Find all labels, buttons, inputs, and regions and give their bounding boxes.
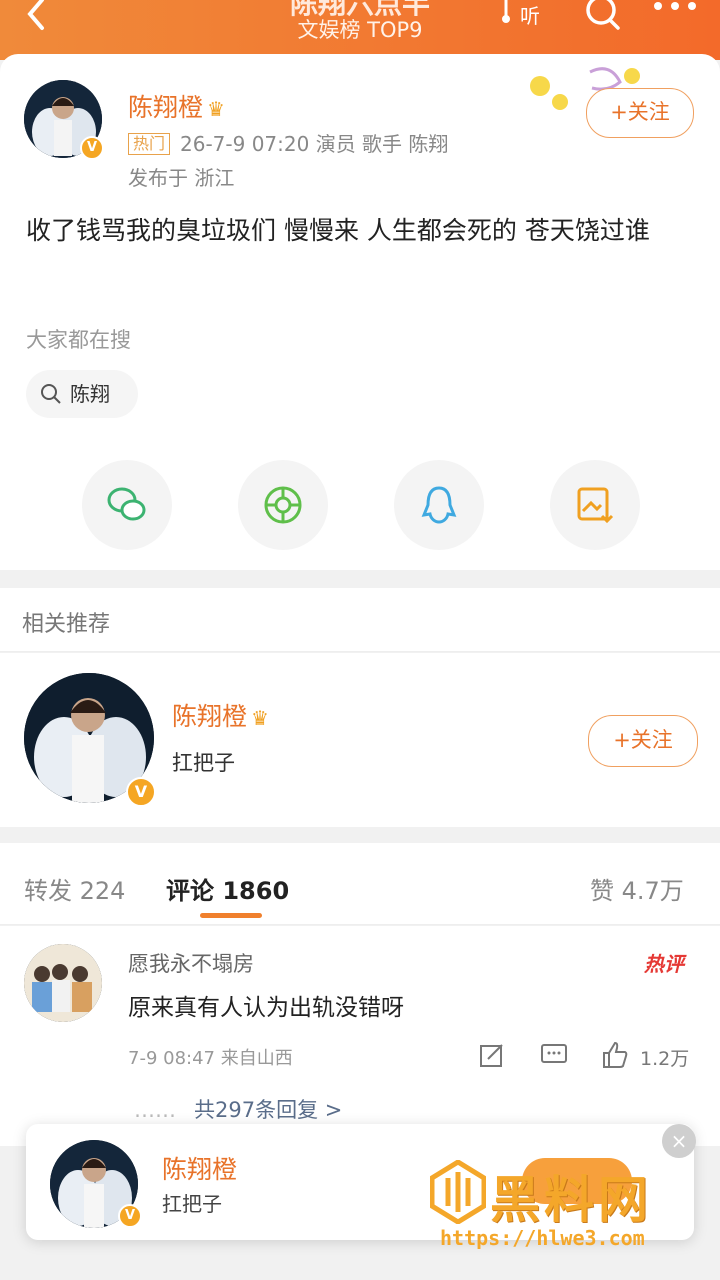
- hot-comment-badge: 热评: [644, 952, 684, 976]
- view-replies-link[interactable]: …… 共297条回复 >: [134, 1094, 342, 1124]
- like-icon[interactable]: [600, 1040, 630, 1070]
- tab-comments[interactable]: 评论 1860: [166, 871, 289, 906]
- qq-icon: [421, 486, 457, 524]
- watermark: 黑料网 https://hlwe3.com: [430, 1160, 710, 1260]
- music-note-icon: [502, 0, 510, 23]
- search-icon: [41, 384, 61, 404]
- crown-icon: ♛: [207, 97, 225, 121]
- author-name[interactable]: 陈翔橙 ♛: [128, 88, 225, 124]
- search-chip-label: 陈翔: [70, 382, 110, 406]
- tab-likes[interactable]: 赞 4.7万: [590, 871, 684, 906]
- verified-badge-icon: V: [80, 136, 104, 160]
- post-location: 发布于 浙江: [128, 166, 235, 190]
- watermark-text: 黑料网: [490, 1171, 652, 1229]
- watermark-url: https://hlwe3.com: [440, 1226, 645, 1250]
- comment-text: 原来真有人认为出轨没错呀: [128, 995, 404, 1021]
- watermark-logo-icon: [430, 1160, 486, 1224]
- listen-label: 听: [520, 4, 540, 28]
- verified-badge-icon: V: [126, 777, 156, 807]
- comment-item: 愿我永不塌房 热评 原来真有人认为出轨没错呀 7-9 08:47 来自山西 1.…: [0, 926, 720, 1146]
- replies-dots: ……: [134, 1098, 176, 1122]
- top-bar: 陈翔六点半 文娱榜 TOP9 听: [0, 0, 720, 60]
- commenter-name[interactable]: 愿我永不塌房: [128, 948, 254, 978]
- interaction-tabs: 转发 224 评论 1860 赞 4.7万: [0, 843, 720, 925]
- hot-tag: 热门: [128, 133, 171, 155]
- comment-meta: 7-9 08:47 来自山西: [128, 1048, 293, 1069]
- wechat-icon: [107, 487, 146, 521]
- post-content: 收了钱骂我的臭垃圾们 慢慢来 人生都会死的 苍天饶过谁: [26, 216, 650, 245]
- everyone-searching-label: 大家都在搜: [26, 328, 131, 352]
- comment-like-count: 1.2万: [640, 1048, 690, 1070]
- related-follow-button[interactable]: +关注: [588, 715, 698, 767]
- related-user-card[interactable]: V 陈翔橙 ♛ 扛把子 +关注: [0, 653, 720, 827]
- tab-repost[interactable]: 转发 224: [24, 871, 125, 906]
- share-wechat-button[interactable]: [82, 460, 172, 550]
- share-moments-button[interactable]: [238, 460, 328, 550]
- related-heading: 相关推荐: [22, 612, 111, 637]
- post-meta-text: 26-7-9 07:20 演员 歌手 陈翔: [180, 132, 449, 156]
- related-name-text: 陈翔橙: [172, 702, 248, 731]
- related-name[interactable]: 陈翔橙 ♛: [172, 697, 269, 733]
- post-card: V 陈翔橙 ♛ 热门 26-7-9 07:20 演员 歌手 陈翔 发布于 浙江 +关…: [0, 54, 720, 570]
- verified-badge-icon: V: [118, 1204, 142, 1228]
- listen-button[interactable]: 听: [502, 0, 554, 30]
- follow-button[interactable]: +关注: [586, 88, 694, 138]
- moments-icon: [264, 486, 302, 524]
- popup-name[interactable]: 陈翔橙: [162, 1150, 237, 1186]
- commenter-avatar[interactable]: [24, 944, 102, 1022]
- close-icon[interactable]: ×: [662, 1124, 696, 1158]
- more-icon[interactable]: [650, 0, 700, 20]
- post-meta: 热门 26-7-9 07:20 演员 歌手 陈翔: [128, 128, 448, 157]
- save-image-icon: [577, 487, 614, 524]
- related-header: 相关推荐: [0, 588, 720, 652]
- repost-icon[interactable]: [478, 1040, 506, 1070]
- search-chip[interactable]: 陈翔: [26, 370, 138, 418]
- author-name-text: 陈翔橙: [128, 93, 204, 122]
- related-description: 扛把子: [172, 751, 235, 775]
- avatar-image: [24, 944, 102, 1022]
- reply-icon[interactable]: [540, 1040, 568, 1070]
- replies-text: 共297条回复 >: [194, 1098, 343, 1122]
- active-tab-indicator: [200, 913, 262, 918]
- crown-icon: ♛: [251, 706, 269, 730]
- save-image-button[interactable]: [550, 460, 640, 550]
- search-icon[interactable]: [584, 0, 624, 34]
- share-qq-button[interactable]: [394, 460, 484, 550]
- popup-description: 扛把子: [162, 1192, 222, 1216]
